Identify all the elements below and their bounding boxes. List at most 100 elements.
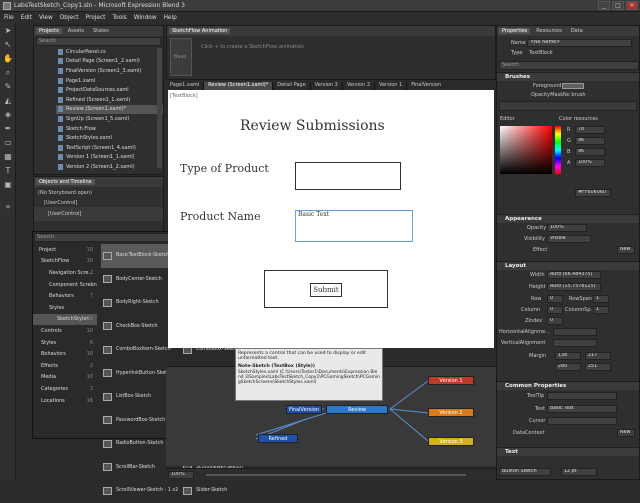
cursor-select[interactable]	[547, 417, 617, 425]
selection-tool-icon[interactable]: ➤	[2, 25, 14, 37]
width-field[interactable]: Auto (66.484375)	[547, 271, 601, 279]
asset-category-item[interactable]: Styles	[33, 302, 97, 314]
projects-scrollbar[interactable]	[157, 48, 162, 168]
margin-top-field[interactable]: 217	[585, 352, 611, 360]
opacity-field[interactable]: 100%	[547, 224, 587, 232]
common-properties-section[interactable]: Common Properties	[497, 381, 639, 390]
editor-tab[interactable]: Editor	[500, 116, 515, 122]
zoom-slider[interactable]	[206, 474, 466, 476]
layout-section[interactable]: Layout	[497, 261, 639, 270]
product-name-textbox[interactable]: Basic Text	[295, 210, 413, 242]
asset-category-item[interactable]: Locations 16	[33, 395, 97, 407]
zoom-tool-icon[interactable]: ⌕	[2, 67, 14, 79]
project-file-item[interactable]: Refined (Screen1_1.xaml)	[56, 95, 163, 105]
project-file-item[interactable]: FinalVersion (Screen1_3.xaml)	[56, 66, 163, 76]
asset-category-item[interactable]: Project 10	[33, 244, 97, 256]
asset-category-item[interactable]: Effects 2	[33, 360, 97, 372]
projects-search-input[interactable]: Search	[36, 37, 161, 46]
rowspan-field[interactable]: 1	[593, 295, 609, 303]
margin-right-field[interactable]: 280	[555, 363, 581, 371]
project-file-item[interactable]: Review (Screen1.xaml)*	[56, 104, 163, 115]
project-file-item[interactable]: ProjectDataSources.xaml	[56, 85, 163, 95]
blue-field[interactable]: 96	[575, 148, 605, 156]
font-family-select[interactable]: Buxton Sketch	[499, 468, 551, 476]
menu-file[interactable]: File	[4, 15, 14, 21]
horizontal-alignment-buttons[interactable]	[553, 328, 597, 336]
project-file-item[interactable]: Version 1 (Screen1_1.xaml)	[56, 153, 163, 163]
asset-category-item[interactable]: Behaviors 16	[33, 348, 97, 360]
menu-help[interactable]: Help	[164, 15, 177, 21]
name-field[interactable]: <No Name>	[527, 39, 632, 47]
menu-tools[interactable]: Tools	[112, 15, 126, 21]
project-file-item[interactable]: Detail Page (Screen1_2.xaml)	[56, 57, 163, 67]
project-file-item[interactable]: Sketch.Flow	[56, 124, 163, 134]
color-picker-field[interactable]	[500, 126, 552, 174]
flow-node-refined[interactable]: Refined	[258, 434, 298, 443]
project-file-item[interactable]: TestScript (Screen1_4.xaml)	[56, 143, 163, 153]
type-of-product-box[interactable]	[295, 162, 401, 190]
menu-project[interactable]: Project	[86, 15, 106, 21]
asset-category-item[interactable]: Navigation Scre… 2	[33, 267, 97, 279]
breadcrumb[interactable]: [TextBlock]	[170, 93, 198, 99]
textblock-tool-icon[interactable]: T	[2, 165, 14, 177]
asset-category-item[interactable]: Component Screens 3	[33, 279, 97, 291]
close-button[interactable]: ✕	[626, 1, 638, 10]
tab-resources[interactable]: Resources	[533, 28, 565, 34]
asset-item[interactable]: Slider-Sketch	[181, 479, 261, 503]
project-file-item[interactable]: SignUp (Screen1_5.xaml)	[56, 114, 163, 124]
pen-tool-icon[interactable]: ✒	[2, 123, 14, 135]
tab-data[interactable]: Data	[568, 28, 586, 34]
properties-search-input[interactable]: Search	[499, 61, 639, 70]
zoom-field[interactable]: 100%	[168, 471, 194, 479]
flow-node-version2[interactable]: Version 2	[428, 408, 474, 417]
appearance-section[interactable]: Appearance	[497, 214, 639, 223]
asset-category-item[interactable]: Behaviors 7	[33, 290, 97, 302]
columnspan-field[interactable]: 1	[593, 306, 609, 314]
asset-category-item[interactable]: SketchStyles 16	[33, 313, 97, 326]
submit-button[interactable]: Submit	[310, 283, 342, 297]
paint-bucket-icon[interactable]: ◭	[2, 95, 14, 107]
vertical-alignment-buttons[interactable]	[553, 339, 597, 347]
asset-category-item[interactable]: Styles 6	[33, 337, 97, 349]
root-usercontrol[interactable]: [UserControl]	[34, 199, 163, 207]
storyboard-label[interactable]: (No Storyboard open)	[34, 187, 163, 199]
child-usercontrol[interactable]: [UserControl]	[34, 207, 163, 221]
project-file-item[interactable]: Page1.xaml	[56, 76, 163, 86]
height-field[interactable]: Auto (15.7578125)	[547, 283, 601, 291]
red-field[interactable]: 78	[575, 126, 605, 134]
asset-library-icon[interactable]: »	[2, 201, 14, 213]
brushes-section[interactable]: Brushes	[497, 72, 639, 81]
flow-node-version3[interactable]: Version 3	[428, 437, 474, 446]
asset-category-item[interactable]: Categories 2	[33, 383, 97, 395]
tab-assets[interactable]: Assets	[65, 28, 87, 34]
tab-projects[interactable]: Projects	[36, 28, 62, 34]
menu-view[interactable]: View	[39, 15, 53, 21]
flow-node-version1[interactable]: Version 1	[428, 376, 474, 385]
datacontext-new-button[interactable]: New	[617, 429, 635, 437]
rectangle-tool-icon[interactable]: ▭	[2, 137, 14, 149]
asset-category-item[interactable]: Media 10	[33, 372, 97, 384]
asset-category-item[interactable]: SketchFlow 10	[33, 256, 97, 268]
asset-item[interactable]: ScrollViewer-Sketch - 1 x2	[101, 479, 181, 503]
project-file-item[interactable]: Version 2 (Screen1_2.xaml)	[56, 162, 163, 172]
hex-field[interactable]: #FF606060	[575, 189, 611, 197]
foreground-swatch[interactable]	[562, 83, 584, 89]
menu-window[interactable]: Window	[134, 15, 157, 21]
column-field[interactable]: 0	[547, 306, 563, 314]
zindex-field[interactable]: 0	[547, 317, 563, 325]
brush-type-buttons[interactable]	[499, 101, 637, 111]
eyedropper-icon[interactable]: ✎	[2, 81, 14, 93]
opacitymask-label[interactable]: OpacityMask	[531, 92, 563, 98]
button-tool-icon[interactable]: ▣	[2, 179, 14, 191]
flow-node-review[interactable]: Review	[326, 405, 388, 414]
direct-selection-icon[interactable]: ↖	[2, 39, 14, 51]
margin-left-field[interactable]: 138	[555, 352, 581, 360]
color-resources-tab[interactable]: Color resources	[559, 116, 598, 122]
flow-node-finalversion[interactable]: FinalVersion	[286, 405, 322, 414]
maximize-button[interactable]: □	[612, 1, 624, 10]
margin-bottom-field[interactable]: 251	[585, 363, 611, 371]
pan-tool-icon[interactable]: ✋	[2, 53, 14, 65]
tooltip-prop-field[interactable]	[547, 392, 617, 400]
grid-tool-icon[interactable]: ▦	[2, 151, 14, 163]
foreground-label[interactable]: Foreground	[533, 83, 561, 89]
